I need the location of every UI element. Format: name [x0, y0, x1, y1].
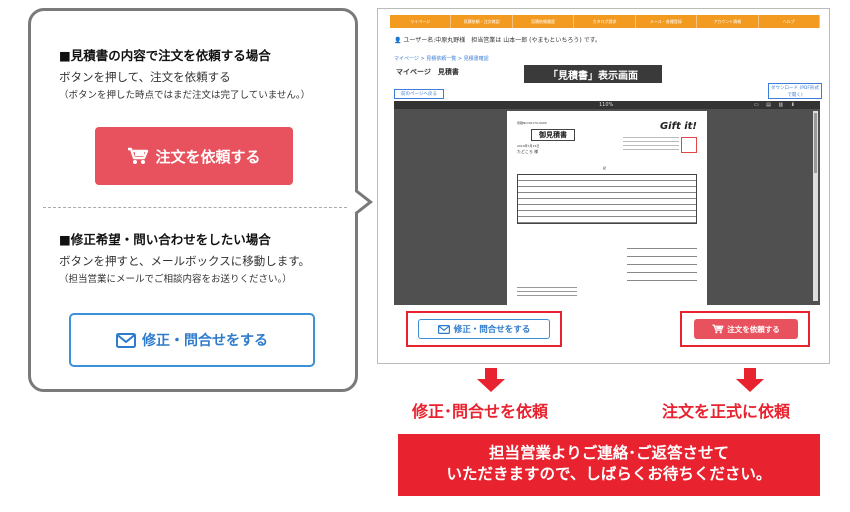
inquiry-section-note: （担当営業にメールでご相談内容をお送りください。）	[59, 274, 292, 285]
nav-bar: マイページ 見積依頼・注文確認 見積依頼履歴 カタログ請求 メール・各種登録 ア…	[390, 15, 820, 28]
breadcrumb[interactable]: マイページ > 見積依頼一覧 > 見積書確認	[394, 55, 489, 62]
notice-line-2: いただきますので、しばらくお待ちください。	[446, 465, 772, 483]
order-highlight: 注文を依頼する	[680, 311, 810, 347]
nav-item[interactable]: 見積依頼履歴	[513, 15, 575, 28]
inquiry-label: 修正・問合せをする	[142, 333, 268, 349]
doc-number: 見積NO.00170-0000	[517, 121, 547, 125]
mail-icon	[437, 324, 450, 334]
viewer-scrollbar[interactable]	[813, 111, 818, 301]
company-stamp	[681, 137, 697, 153]
viewer-tools[interactable]: ▭ ▤ ▥ ⬇	[754, 101, 798, 109]
inquiry-highlight: 修正・問合せをする	[406, 311, 562, 347]
mail-icon	[116, 332, 136, 348]
screenshot-inquiry-button[interactable]: 修正・問合せをする	[418, 319, 550, 339]
nav-item[interactable]: ヘルプ	[759, 15, 820, 28]
inquiry-section-desc: ボタンを押すと、メールボックスに移動します。	[59, 254, 311, 268]
user-icon: 👤	[394, 37, 402, 44]
inquiry-result-label: 修正･問合せを依頼	[412, 402, 549, 421]
items-table	[517, 174, 697, 224]
quotation-screenshot: マイページ 見積依頼・注文確認 見積依頼履歴 カタログ請求 メール・各種登録 ア…	[377, 8, 830, 364]
order-result-label: 注文を正式に依頼	[662, 402, 791, 421]
nav-item[interactable]: アカウント情報	[697, 15, 759, 28]
cart-icon	[128, 147, 149, 164]
remarks	[517, 287, 577, 299]
company-logo: Gift it!	[659, 121, 697, 132]
nav-item[interactable]: カタログ請求	[574, 15, 636, 28]
screen-caption: 「見積書」表示画面	[524, 65, 662, 83]
order-section-title: ■見積書の内容で注文を依頼する場合	[59, 48, 271, 63]
user-info: 👤 ユーザー名:中原丸野様 担当営業は 山本一郎 (やまもといちろう) です。	[394, 37, 601, 44]
inquiry-button[interactable]: 修正・問合せをする	[69, 313, 315, 367]
nav-item[interactable]: マイページ	[390, 15, 452, 28]
nav-item[interactable]: 見積依頼・注文確認	[451, 15, 513, 28]
screenshot-order-button[interactable]: 注文を依頼する	[694, 319, 798, 339]
totals-table	[627, 241, 697, 281]
inquiry-section-title: ■修正希望・問い合わせをしたい場合	[59, 232, 271, 247]
down-arrow-icon	[477, 368, 505, 392]
notice-banner: 担当営業よりご連絡･ご返答させて いただきますので、しばらくお待ちください。	[398, 434, 820, 496]
section-divider	[43, 207, 347, 208]
doc-date: 2019年7月15日	[517, 144, 540, 148]
quotation-document: 見積NO.00170-0000 御見積書 2019年7月15日 たどころ 様 G…	[507, 111, 707, 305]
order-request-label: 注文を依頼する	[155, 147, 261, 166]
cart-icon	[712, 324, 724, 334]
doc-recipient: たどころ 様	[517, 149, 539, 154]
doc-center-mark: 記	[603, 166, 607, 170]
pdf-viewer: 110% ▭ ▤ ▥ ⬇ 見積NO.00170-0000 御見積書 2019年7…	[394, 101, 820, 305]
order-section-note: （ボタンを押した時点ではまだ注文は完了していません。）	[59, 90, 311, 101]
back-button[interactable]: 前のページへ戻る	[394, 89, 444, 99]
nav-item[interactable]: メール・各種登録	[636, 15, 698, 28]
pdf-download-button[interactable]: ダウンロード (PDF形式で開く)	[768, 83, 822, 99]
notice-line-1: 担当営業よりご連絡･ご返答させて	[489, 444, 729, 462]
order-request-button[interactable]: 注文を依頼する	[95, 127, 293, 185]
down-arrow-icon	[736, 368, 764, 392]
page-title: マイページ 見積書	[396, 68, 459, 76]
doc-title: 御見積書	[531, 129, 575, 141]
order-section-desc: ボタンを押して、注文を依頼する	[59, 70, 231, 84]
company-address	[623, 137, 679, 153]
zoom-level[interactable]: 110%	[599, 101, 613, 109]
viewer-toolbar: 110% ▭ ▤ ▥ ⬇	[394, 101, 820, 109]
info-card: ■見積書の内容で注文を依頼する場合 ボタンを押して、注文を依頼する （ボタンを押…	[28, 8, 358, 392]
